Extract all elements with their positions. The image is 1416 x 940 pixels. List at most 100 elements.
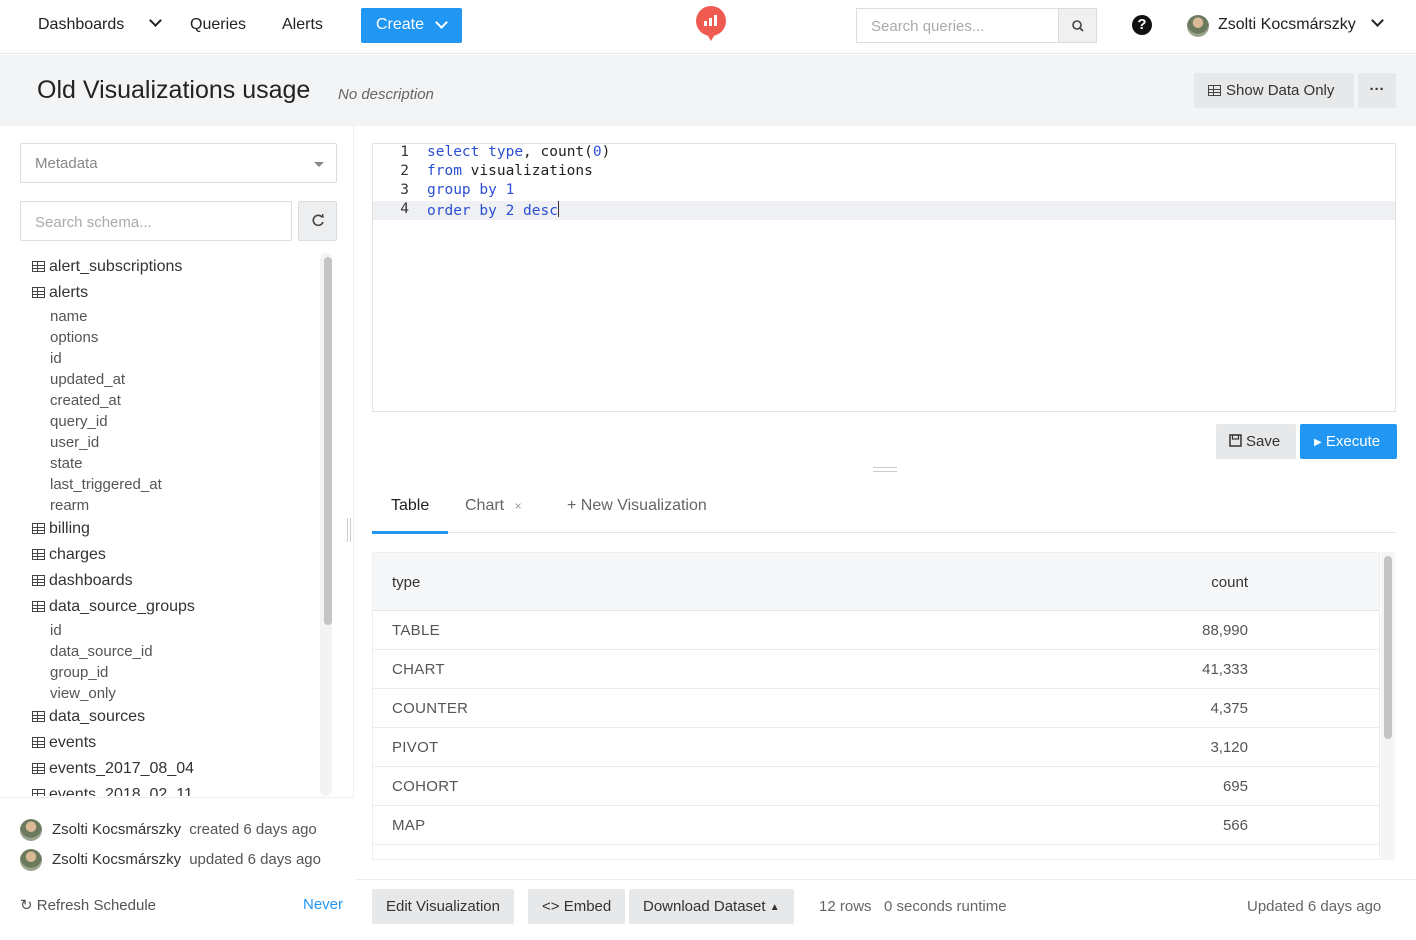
query-description[interactable]: No description	[338, 86, 434, 103]
creator-name[interactable]: Zsolti Kocsmárszky	[52, 821, 181, 838]
schema-column-item[interactable]: query_id	[50, 413, 108, 430]
tab-table[interactable]: Table	[391, 497, 429, 515]
create-label: Create	[376, 16, 425, 33]
query-editor[interactable]: 1 select type, count(0) 2 from visualizatio…	[372, 143, 1396, 412]
schema-column-item[interactable]: data_source_id	[50, 643, 153, 660]
schema-column-item[interactable]: created_at	[50, 392, 121, 409]
more-options-button[interactable]: ···	[1358, 73, 1396, 108]
close-icon[interactable]: ×	[515, 499, 522, 513]
schema-column-item[interactable]: options	[50, 329, 98, 346]
nav-queries[interactable]: Queries	[190, 16, 246, 34]
line-number: 2	[400, 163, 409, 179]
refresh-schedule-value[interactable]: Never	[303, 896, 343, 913]
user-menu[interactable]: Zsolti Kocsmárszky	[1218, 16, 1356, 34]
column-header-count[interactable]: count	[1211, 574, 1248, 591]
schema-table-item[interactable]: events_2018_02_11	[32, 786, 193, 796]
cell-type: COUNTER	[392, 700, 469, 717]
execute-button[interactable]: ▶ Execute	[1300, 424, 1397, 459]
code-line[interactable]: 3 group by 1	[373, 182, 1395, 201]
help-icon[interactable]: ?	[1132, 15, 1152, 35]
schema-search-input[interactable]: Search schema...	[20, 201, 292, 241]
schema-table-name: events	[49, 734, 97, 751]
results-table: type count TABLE 88,990 CHART 41,333 COUNTER…	[372, 552, 1380, 860]
code-line[interactable]: 1 select type, count(0)	[373, 144, 1395, 163]
schema-column-item[interactable]: rearm	[50, 497, 89, 514]
execute-label: Execute	[1325, 433, 1381, 450]
table-icon	[32, 737, 45, 748]
table-icon	[32, 601, 45, 612]
table-icon	[32, 261, 45, 272]
page-title[interactable]: Old Visualizations usage	[37, 76, 310, 105]
code-line[interactable]: 2 from visualizations	[373, 163, 1395, 182]
table-icon	[32, 523, 45, 534]
refresh-icon: ↻	[20, 897, 33, 914]
created-meta: Zsolti Kocsmárszky created 6 days ago	[52, 821, 317, 838]
code-token: )	[601, 144, 611, 160]
schema-table-item[interactable]: alerts	[32, 284, 88, 302]
edit-visualization-button[interactable]: Edit Visualization	[372, 889, 514, 924]
schema-table-item[interactable]: billing	[32, 520, 90, 538]
cell-count: 420	[1223, 856, 1248, 859]
schema-column-item[interactable]: view_only	[50, 685, 116, 702]
schema-column-item[interactable]: state	[50, 455, 83, 472]
caret-up-icon: ▲	[769, 902, 780, 913]
save-button[interactable]: Save	[1216, 424, 1296, 459]
updated-time: updated 6 days ago	[189, 851, 321, 868]
search-queries-input[interactable]: Search queries...	[856, 8, 1058, 43]
updater-name[interactable]: Zsolti Kocsmárszky	[52, 851, 181, 868]
download-dataset-button[interactable]: Download Dataset ▲	[629, 889, 794, 924]
table-scrollbar-thumb[interactable]	[1384, 556, 1392, 739]
schema-column-item[interactable]: id	[50, 350, 62, 367]
tab-chart-label: Chart	[465, 497, 505, 514]
schema-table-item[interactable]: dashboards	[32, 572, 133, 590]
schema-column-item[interactable]: id	[50, 622, 62, 639]
avatar[interactable]	[1187, 15, 1209, 37]
cell-count: 4,375	[1210, 700, 1248, 717]
tab-new-visualization[interactable]: + New Visualization	[567, 497, 707, 515]
cell-type: PIVOT	[392, 739, 439, 756]
table-row: PIVOT 3,120	[373, 728, 1379, 767]
play-icon: ▶	[1314, 437, 1322, 448]
schema-table-item[interactable]: charges	[32, 546, 106, 564]
column-header-type[interactable]: type	[392, 574, 420, 591]
schema-table-item[interactable]: events_2017_08_04	[32, 760, 194, 778]
table-icon	[32, 287, 45, 298]
show-data-only-button[interactable]: Show Data Only	[1194, 73, 1354, 108]
schema-column-item[interactable]: updated_at	[50, 371, 125, 388]
schema-scrollbar-thumb[interactable]	[324, 257, 332, 625]
create-button[interactable]: Create	[361, 8, 462, 43]
schema-column-item[interactable]: name	[50, 308, 88, 325]
panel-resizer[interactable]	[347, 518, 351, 542]
code-line[interactable]: 4 order by 2 desc	[373, 201, 1395, 220]
schema-table-name: alert_subscriptions	[49, 258, 183, 275]
schema-table-item[interactable]: events	[32, 734, 96, 752]
schema-table-item[interactable]: data_sources	[32, 708, 145, 726]
table-icon	[32, 763, 45, 774]
nav-dashboards[interactable]: Dashboards	[38, 16, 124, 34]
updated-meta: Zsolti Kocsmárszky updated 6 days ago	[52, 851, 321, 868]
schema-table-item[interactable]: data_source_groups	[32, 598, 195, 616]
schema-column-item[interactable]: user_id	[50, 434, 99, 451]
avatar	[20, 849, 42, 871]
table-row: COHORT 695	[373, 767, 1379, 806]
search-button[interactable]	[1058, 8, 1097, 43]
embed-button[interactable]: <> Embed	[528, 889, 626, 924]
table-row: COUNTER 4,375	[373, 689, 1379, 728]
datasource-select[interactable]: Metadata	[20, 143, 337, 183]
schema-column-item[interactable]: last_triggered_at	[50, 476, 162, 493]
row-count: 12 rows	[819, 898, 872, 915]
line-number: 1	[400, 144, 409, 160]
refresh-schema-button[interactable]	[298, 201, 337, 241]
created-time: created 6 days ago	[189, 821, 317, 838]
schema-column-item[interactable]: group_id	[50, 664, 108, 681]
cell-type: TABLE	[392, 622, 440, 639]
active-tab-indicator	[372, 531, 448, 534]
tab-chart[interactable]: Chart ×	[465, 497, 522, 515]
schema-table-item[interactable]: alert_subscriptions	[32, 258, 182, 276]
schema-table-name: data_sources	[49, 708, 146, 725]
nav-alerts[interactable]: Alerts	[282, 16, 323, 34]
editor-resize-handle[interactable]	[873, 467, 897, 472]
